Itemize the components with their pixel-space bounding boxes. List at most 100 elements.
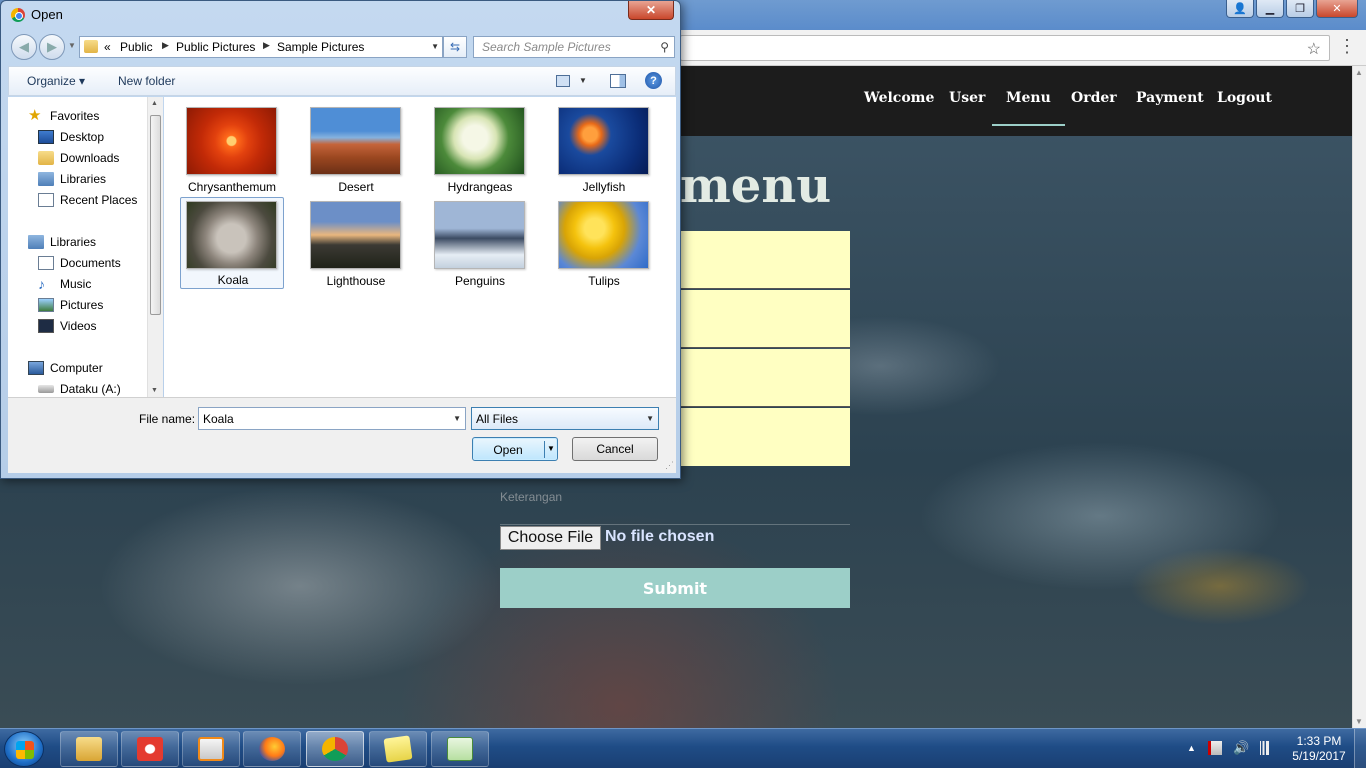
file-type-value: All Files (476, 412, 519, 426)
taskbar-explorer[interactable] (60, 731, 118, 767)
tree-drive-a[interactable]: Dataku (A:) (38, 382, 121, 396)
file-item-lighthouse[interactable]: Lighthouse (300, 195, 404, 288)
help-icon[interactable]: ? (645, 72, 662, 89)
choose-file-button[interactable]: Choose File (500, 526, 601, 550)
breadcrumb-sample-pictures[interactable]: Sample Pictures (277, 40, 364, 54)
taskbar-sticky-notes[interactable] (369, 731, 427, 767)
file-item-jellyfish[interactable]: Jellyfish (548, 101, 652, 194)
file-type-dropdown-icon[interactable]: ▼ (646, 414, 654, 423)
file-item-chrysanthemum[interactable]: Chrysanthemum (176, 101, 280, 194)
form-field-1[interactable] (680, 231, 850, 289)
breadcrumb-public[interactable]: Public (120, 40, 153, 54)
show-desktop-button[interactable] (1354, 729, 1366, 768)
close-button[interactable]: ✕ (1316, 0, 1358, 18)
back-arrow-icon[interactable]: ◀ (11, 34, 37, 60)
file-name-dropdown-icon[interactable]: ▼ (453, 414, 461, 423)
open-options-dropdown-icon[interactable]: ▼ (547, 444, 555, 453)
change-view-icon[interactable] (556, 75, 570, 87)
taskbar-chart-app[interactable] (431, 731, 489, 767)
nav-user[interactable]: User (949, 90, 985, 106)
menu-kebab-icon[interactable]: ⋮ (1338, 36, 1356, 56)
form-field-2[interactable] (680, 290, 850, 348)
keterangan-label: Keterangan (500, 490, 563, 504)
tree-recent-places[interactable]: Recent Places (38, 193, 137, 207)
file-item-tulips[interactable]: Tulips (548, 195, 652, 288)
organize-button[interactable]: Organize ▾ (27, 74, 85, 88)
resize-grip-icon[interactable]: ⋰ (665, 460, 674, 471)
tree-music[interactable]: ♪ Music (38, 277, 91, 291)
forward-arrow-icon[interactable]: ▶ (39, 34, 65, 60)
address-bar[interactable]: ☆ (680, 35, 1330, 61)
page-scrollbar[interactable]: ▲ ▼ (1352, 66, 1366, 728)
file-item-koala[interactable]: Koala (180, 197, 284, 289)
recent-locations-dropdown-icon[interactable]: ▼ (68, 41, 76, 50)
chart-app-icon (447, 737, 473, 761)
account-icon[interactable]: 👤 (1226, 0, 1254, 18)
scroll-up-icon[interactable]: ▲ (151, 100, 158, 107)
preview-pane-icon[interactable] (610, 74, 626, 88)
jellyfish-thumbnail (558, 107, 649, 175)
nav-payment[interactable]: Payment (1136, 90, 1204, 106)
nav-menu[interactable]: Menu (992, 90, 1065, 126)
file-item-desert[interactable]: Desert (300, 101, 404, 194)
breadcrumb-separator-icon[interactable]: ▶ (162, 40, 169, 51)
network-icon[interactable] (1257, 741, 1271, 755)
nav-order[interactable]: Order (1071, 90, 1117, 106)
file-item-hydrangeas[interactable]: Hydrangeas (424, 101, 528, 194)
minimize-button[interactable]: ▁ (1256, 0, 1284, 18)
cancel-button[interactable]: Cancel (572, 437, 658, 461)
tree-pictures[interactable]: Pictures (38, 298, 103, 312)
scroll-down-icon[interactable]: ▼ (151, 387, 158, 394)
start-button[interactable] (4, 731, 44, 767)
file-type-select[interactable]: All Files ▼ (471, 407, 659, 430)
tree-computer[interactable]: Computer (28, 361, 103, 375)
scroll-up-icon[interactable]: ▲ (1355, 68, 1363, 77)
tree-documents[interactable]: Documents (38, 256, 121, 270)
bookmark-star-icon[interactable]: ☆ (1307, 39, 1321, 59)
scrollbar-thumb[interactable] (150, 115, 161, 315)
tree-desktop[interactable]: Desktop (38, 130, 104, 144)
nav-logout[interactable]: Logout (1217, 90, 1272, 106)
dialog-close-button[interactable]: ✕ (628, 1, 674, 20)
tree-libraries[interactable]: Libraries (28, 235, 96, 249)
tree-favorites[interactable]: ★ Favorites (28, 108, 99, 123)
scroll-down-icon[interactable]: ▼ (1355, 717, 1363, 726)
action-center-flag-icon[interactable] (1208, 741, 1222, 755)
dialog-footer: File name: Koala ▼ All Files ▼ Open ▼ Ca… (8, 397, 676, 473)
open-dialog: Open ✕ ◀ ▶ ▼ « Public ▶ Public Pictures … (0, 0, 681, 479)
tree-libraries-fav[interactable]: Libraries (38, 172, 106, 186)
clock[interactable]: 1:33 PM 5/19/2017 (1284, 734, 1354, 764)
restore-button[interactable]: ❐ (1286, 0, 1314, 18)
tree-downloads[interactable]: Downloads (38, 151, 119, 165)
breadcrumb-dropdown-icon[interactable]: ▼ (431, 42, 439, 51)
taskbar-firefox[interactable] (243, 731, 301, 767)
new-folder-button[interactable]: New folder (118, 74, 175, 88)
search-icon[interactable]: ⚲ (660, 40, 669, 54)
taskbar-media-player[interactable] (182, 731, 240, 767)
breadcrumb-public-pictures[interactable]: Public Pictures (176, 40, 255, 54)
recent-places-icon (38, 193, 54, 207)
file-item-penguins[interactable]: Penguins (424, 195, 528, 288)
breadcrumb-prefix[interactable]: « (104, 40, 111, 54)
volume-icon[interactable]: 🔊 (1233, 741, 1249, 755)
form-field-4[interactable] (680, 408, 850, 466)
view-dropdown-icon[interactable]: ▼ (579, 76, 587, 85)
open-button[interactable]: Open ▼ (472, 437, 558, 461)
breadcrumb-separator-icon[interactable]: ▶ (263, 40, 270, 51)
nav-welcome[interactable]: Welcome (864, 90, 934, 106)
penguins-thumbnail (434, 201, 525, 269)
breadcrumb[interactable]: « Public ▶ Public Pictures ▶ Sample Pict… (79, 36, 443, 58)
show-hidden-icons-icon[interactable]: ▲ (1187, 743, 1196, 753)
submit-button[interactable]: Submit (500, 568, 850, 608)
tree-videos[interactable]: Videos (38, 319, 96, 333)
file-list: Chrysanthemum Desert Hydrangeas Jellyfis… (164, 97, 676, 397)
refresh-icon[interactable]: ⇆ (443, 36, 467, 58)
taskbar-chrome[interactable] (306, 731, 364, 767)
file-name-input[interactable]: Koala ▼ (198, 407, 466, 430)
keterangan-input[interactable] (500, 524, 850, 525)
taskbar-app[interactable] (121, 731, 179, 767)
navigation-pane-scrollbar[interactable]: ▲ ▼ (147, 97, 163, 397)
search-input[interactable]: Search Sample Pictures ⚲ (473, 36, 675, 58)
music-note-icon: ♪ (38, 276, 45, 292)
form-field-3[interactable] (680, 349, 850, 407)
